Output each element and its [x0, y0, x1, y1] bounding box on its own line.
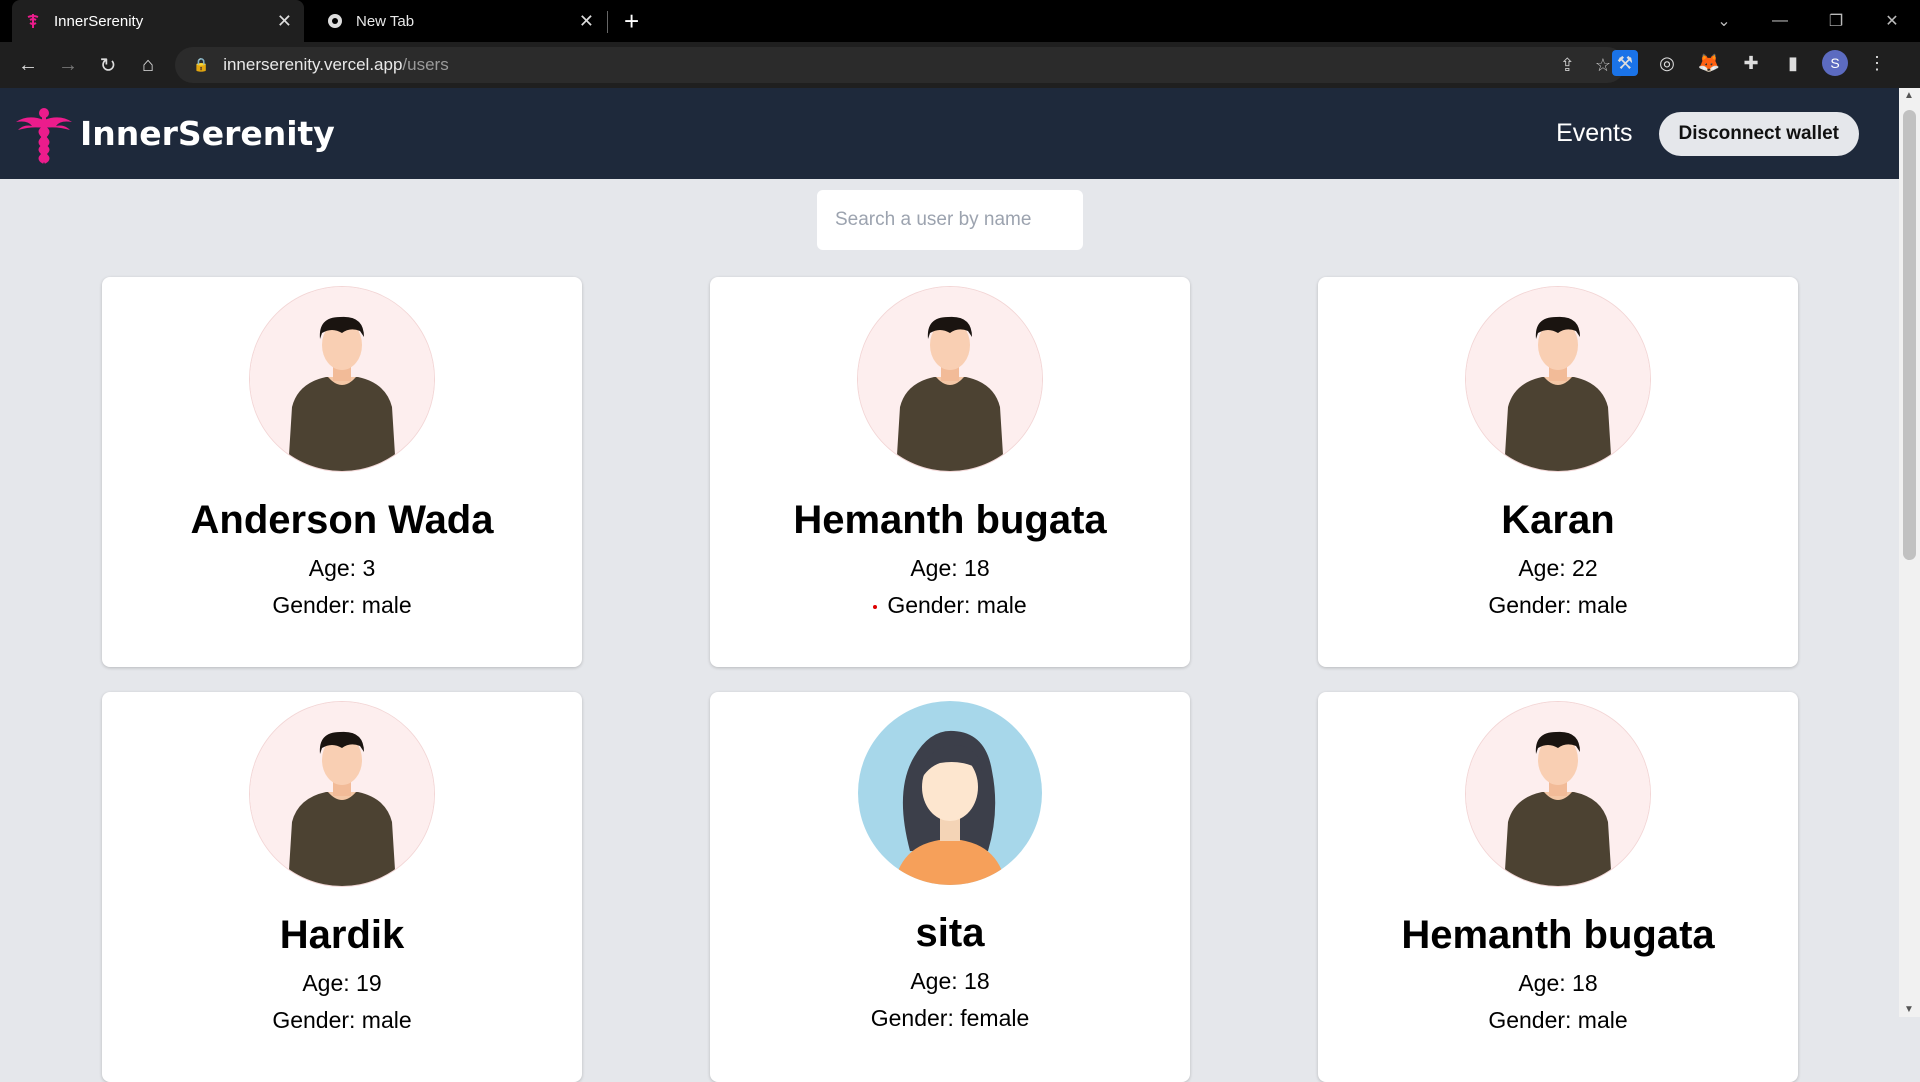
- user-gender-text: Gender: male: [272, 592, 412, 618]
- male-avatar-image: [249, 701, 435, 887]
- user-age: Age: 3: [308, 555, 376, 581]
- minimize-icon[interactable]: —: [1752, 12, 1808, 30]
- page-scrollbar[interactable]: ▲ ▼: [1899, 88, 1920, 1017]
- lock-icon[interactable]: 🔒: [193, 57, 209, 73]
- close-tab-icon[interactable]: ✕: [579, 11, 594, 32]
- chrome-icon: [326, 12, 344, 30]
- user-gender: Gender: male: [1318, 1007, 1798, 1034]
- browser-tab-innerserenity[interactable]: InnerSerenity ✕: [12, 0, 304, 42]
- disconnect-wallet-button[interactable]: Disconnect wallet: [1658, 111, 1859, 156]
- user-age: Age: 22: [1518, 555, 1598, 581]
- bookmark-star-icon[interactable]: ☆: [1595, 55, 1611, 76]
- close-tab-icon[interactable]: ✕: [277, 11, 292, 32]
- kebab-menu-icon[interactable]: ⋮: [1864, 50, 1890, 76]
- male-avatar-image: [857, 286, 1043, 472]
- app-navbar: InnerSerenity Events Disconnect wallet: [0, 88, 1899, 179]
- tab-title: New Tab: [356, 12, 415, 30]
- user-age: Age: 18: [910, 555, 990, 581]
- url-host: innerserenity.vercel.app: [223, 55, 403, 74]
- female-avatar-image: [858, 701, 1042, 885]
- user-card[interactable]: Hemanth bugata Age: 18 Gender: male: [710, 277, 1190, 667]
- male-avatar-image: [1465, 286, 1651, 472]
- url-path: /users: [402, 55, 449, 74]
- user-card[interactable]: Anderson Wada Age: 3 Gender: male: [102, 277, 582, 667]
- male-avatar-image: [1465, 701, 1651, 887]
- user-gender: Gender: male: [1318, 592, 1798, 619]
- address-bar[interactable]: 🔒 innerserenity.vercel.app/users ⇪ ☆: [175, 47, 1625, 83]
- user-age: Age: 18: [1518, 970, 1598, 996]
- user-name: Hemanth bugata: [1401, 913, 1715, 957]
- user-age: Age: 18: [910, 968, 990, 994]
- profile-avatar[interactable]: S: [1822, 50, 1848, 76]
- scroll-up-icon[interactable]: ▲: [1904, 90, 1914, 101]
- user-card[interactable]: Hemanth bugata Age: 18 Gender: male: [1318, 692, 1798, 1082]
- share-icon[interactable]: ⇪: [1560, 55, 1575, 76]
- window-controls: ⌄ — ❐ ✕: [1696, 0, 1920, 42]
- browser-tab-new-tab[interactable]: New Tab ✕: [314, 0, 606, 42]
- tab-title: InnerSerenity: [54, 12, 144, 30]
- user-search-input[interactable]: [817, 190, 1083, 250]
- user-gender-text: Gender: female: [870, 1005, 1030, 1031]
- browser-toolbar: ← → ↻ ⌂ 🔒 innerserenity.vercel.app/users…: [0, 42, 1920, 88]
- user-name: Hemanth bugata: [793, 498, 1107, 542]
- user-gender-text: Gender: male: [887, 592, 1027, 618]
- events-link[interactable]: Events: [1556, 119, 1632, 148]
- user-gender-text: Gender: male: [1488, 592, 1628, 618]
- extensions-puzzle-icon[interactable]: ✚: [1738, 50, 1764, 76]
- user-age: Age: 19: [302, 970, 382, 996]
- brand-name: InnerSerenity: [80, 114, 335, 153]
- forward-arrow-icon[interactable]: →: [48, 54, 88, 77]
- brand-logo[interactable]: InnerSerenity: [14, 104, 335, 164]
- restore-icon[interactable]: ❐: [1808, 11, 1864, 31]
- window-close-icon[interactable]: ✕: [1864, 11, 1920, 31]
- scrollbar-thumb[interactable]: [1903, 110, 1916, 560]
- metamask-fox-icon[interactable]: 🦊: [1696, 50, 1722, 76]
- browser-tab-strip: InnerSerenity ✕ New Tab ✕ + ⌄ — ❐ ✕: [0, 0, 1920, 42]
- nav-right: Events Disconnect wallet: [1556, 111, 1859, 156]
- tab-separator: [607, 11, 608, 33]
- user-gender: Gender: female: [710, 1005, 1190, 1032]
- extension-target-icon[interactable]: ◎: [1654, 50, 1680, 76]
- tab-search-chevron-icon[interactable]: ⌄: [1696, 11, 1752, 31]
- user-card[interactable]: Karan Age: 22 Gender: male: [1318, 277, 1798, 667]
- cursor-dot: [873, 604, 878, 609]
- home-icon[interactable]: ⌂: [128, 54, 168, 77]
- male-avatar-image: [249, 286, 435, 472]
- user-name: Karan: [1501, 498, 1615, 542]
- reload-icon[interactable]: ↻: [88, 53, 128, 78]
- user-gender: Gender: male: [102, 592, 582, 619]
- user-name: Anderson Wada: [190, 498, 494, 542]
- caduceus-favicon-icon: [24, 12, 42, 30]
- new-tab-plus-icon[interactable]: +: [624, 6, 639, 37]
- scroll-down-icon[interactable]: ▼: [1904, 1004, 1914, 1015]
- user-card[interactable]: Hardik Age: 19 Gender: male: [102, 692, 582, 1082]
- extensions-area: ⚒ ◎ 🦊 ✚ ▮ S ⋮: [1612, 50, 1890, 76]
- user-card[interactable]: sita Age: 18 Gender: female: [710, 692, 1190, 1082]
- user-gender: Gender: male: [102, 1007, 582, 1034]
- user-name: sita: [915, 911, 985, 955]
- back-arrow-icon[interactable]: ←: [8, 54, 48, 77]
- extension-tool-icon[interactable]: ⚒: [1612, 50, 1638, 76]
- user-gender-text: Gender: male: [1488, 1007, 1628, 1033]
- side-panel-icon[interactable]: ▮: [1780, 50, 1806, 76]
- user-name: Hardik: [279, 913, 405, 957]
- caduceus-logo-icon: [16, 107, 72, 164]
- user-gender: Gender: male: [710, 592, 1190, 619]
- user-gender-text: Gender: male: [272, 1007, 412, 1033]
